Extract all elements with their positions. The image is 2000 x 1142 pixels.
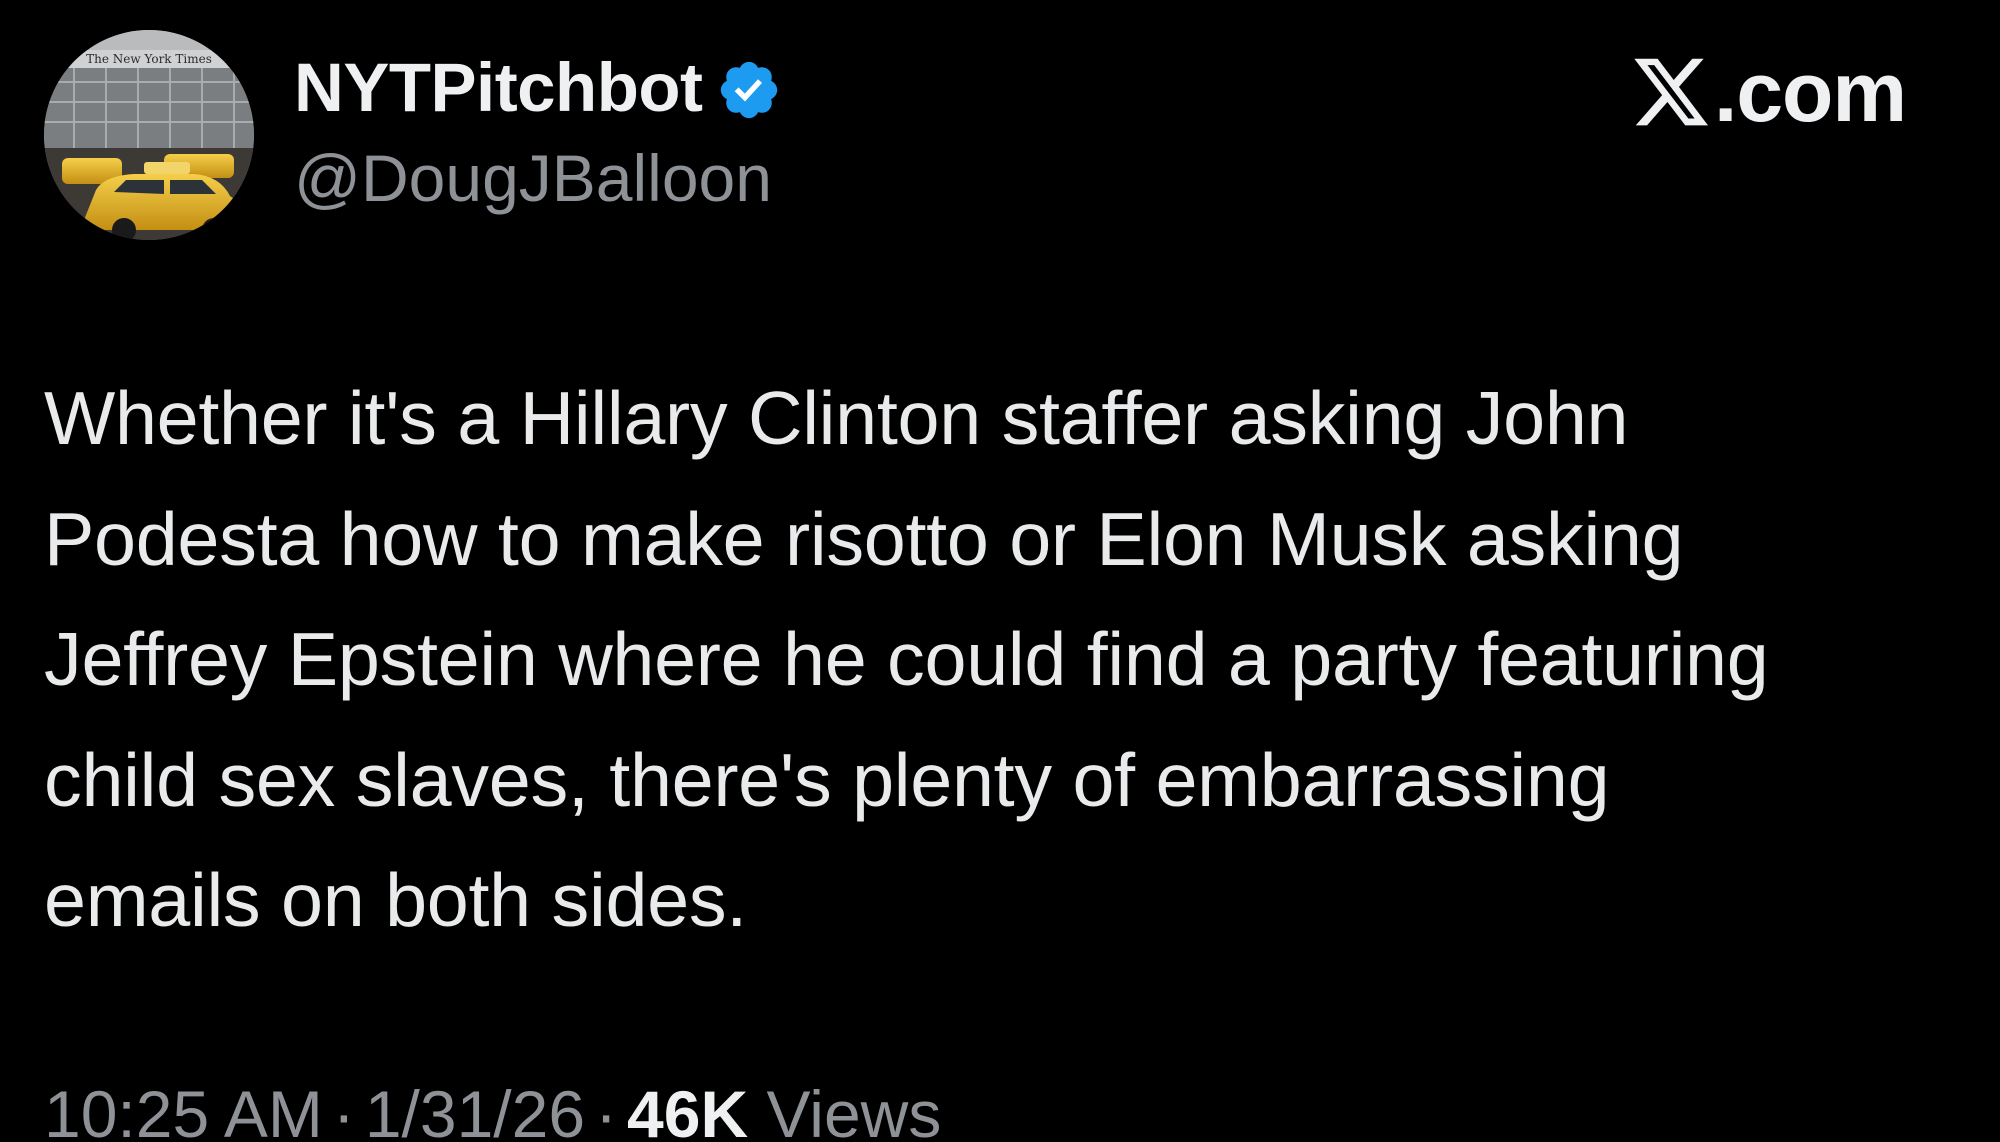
author-display-name[interactable]: NYTPitchbot bbox=[294, 46, 703, 130]
brand-text: .com bbox=[1714, 45, 1907, 139]
x-logo-icon bbox=[1630, 51, 1712, 133]
tweet-text-line: Jeffrey Epstein where he could find a pa… bbox=[44, 617, 1769, 701]
tweet-text-line: emails on both sides. bbox=[44, 858, 747, 942]
tweet-text: Whether it's a Hillary Clinton staffer a… bbox=[44, 358, 1974, 961]
views-count[interactable]: 46K bbox=[627, 1077, 748, 1142]
meta-separator: · bbox=[595, 1077, 618, 1142]
author-name-row: NYTPitchbot bbox=[294, 46, 782, 130]
avatar-image: The New York Times bbox=[44, 30, 254, 240]
avatar-sign-text: The New York Times bbox=[86, 52, 212, 66]
tweet-text-line: child sex slaves, there's plenty of emba… bbox=[44, 737, 1610, 822]
tweet-text-line: Podesta how to make risotto or Elon Musk… bbox=[44, 496, 1684, 581]
tweet-time[interactable]: 10:25 AM bbox=[44, 1077, 323, 1142]
site-brand: .com bbox=[1630, 44, 1907, 140]
views-label: Views bbox=[766, 1077, 942, 1142]
avatar[interactable]: The New York Times bbox=[44, 30, 254, 240]
author-handle[interactable]: @DougJBalloon bbox=[294, 136, 772, 220]
tweet-meta: 10:25 AM · 1/31/26 · 46K Views bbox=[44, 1072, 941, 1142]
meta-separator: · bbox=[332, 1077, 355, 1142]
verified-badge-icon bbox=[716, 57, 782, 123]
tweet-text-line: Whether it's a Hillary Clinton staffer a… bbox=[44, 376, 1629, 460]
tweet-date[interactable]: 1/31/26 bbox=[365, 1077, 585, 1142]
tweet-card: The New York Times NYTPitchbot @DougJBal… bbox=[0, 0, 2000, 1142]
